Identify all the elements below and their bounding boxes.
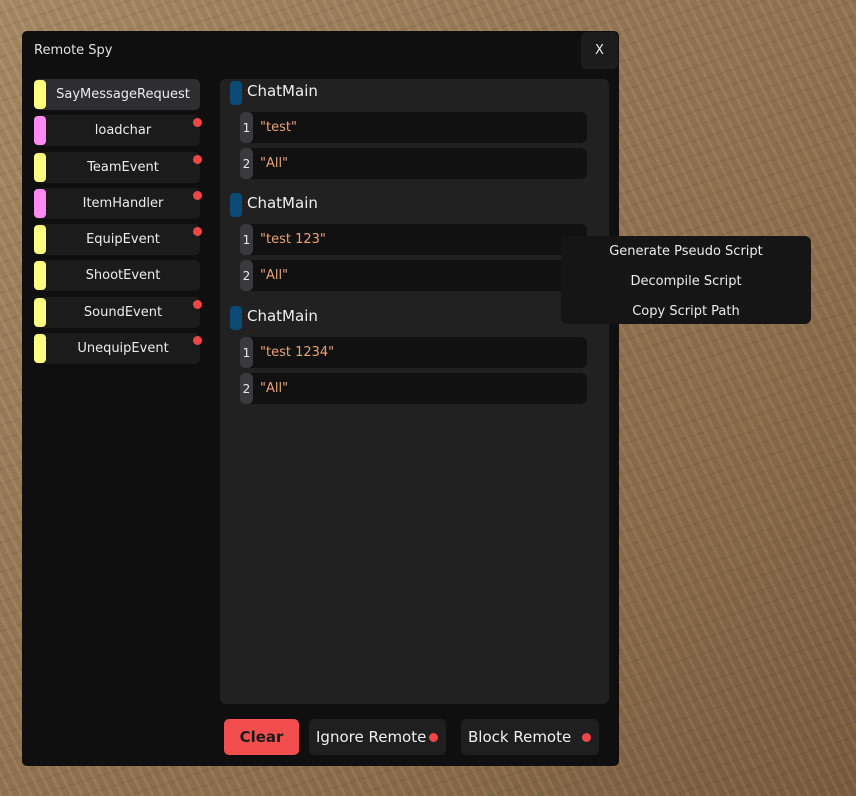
remote-item[interactable]: TeamEvent	[34, 151, 202, 183]
ignore-remote-label: Ignore Remote	[316, 728, 427, 746]
ignore-remote-button[interactable]: Ignore Remote	[309, 719, 446, 755]
remote-list: SayMessageRequest loadchar TeamEvent Ite…	[34, 79, 202, 369]
argument-row: 2 "All"	[240, 260, 587, 291]
block-status-icon	[582, 733, 591, 742]
call-header[interactable]: ChatMain	[230, 81, 587, 107]
argument-value: "All"	[260, 156, 289, 171]
remote-color-stripe	[34, 152, 46, 182]
remote-color-stripe	[34, 261, 46, 291]
remote-spy-window: Remote Spy X SayMessageRequest loadchar …	[22, 31, 619, 766]
clear-button[interactable]: Clear	[224, 719, 299, 755]
argument-index: 1	[240, 337, 253, 368]
blocked-indicator-icon	[193, 336, 202, 346]
block-remote-button[interactable]: Block Remote	[461, 719, 599, 755]
argument-index: 1	[240, 112, 253, 143]
block-remote-label: Block Remote	[468, 728, 572, 746]
argument-row: 2 "All"	[240, 148, 587, 179]
argument-index: 2	[240, 260, 253, 291]
blocked-indicator-icon	[193, 227, 202, 237]
remote-name: EquipEvent	[86, 232, 160, 248]
argument-value: "test 1234"	[260, 345, 335, 360]
blocked-indicator-icon	[193, 118, 202, 128]
argument-row: 1 "test"	[240, 112, 587, 143]
calling-script-name: ChatMain	[247, 82, 318, 100]
menu-item-generate-pseudo-script[interactable]: Generate Pseudo Script	[561, 238, 811, 264]
blocked-indicator-icon	[193, 190, 202, 200]
argument-row: 1 "test 1234"	[240, 337, 587, 368]
calling-script-name: ChatMain	[247, 307, 318, 325]
remote-item[interactable]: EquipEvent	[34, 224, 202, 256]
menu-item-decompile-script[interactable]: Decompile Script	[561, 268, 811, 294]
remote-color-stripe	[34, 116, 46, 146]
call-marker-icon	[230, 81, 242, 105]
remote-color-stripe	[34, 80, 46, 109]
remote-color-stripe	[34, 225, 46, 255]
argument-index: 2	[240, 373, 253, 404]
argument-value: "All"	[260, 381, 289, 396]
call-log-panel[interactable]: ChatMain 1 "test" 2 "All" ChatMain 1 "te…	[220, 79, 609, 704]
window-title: Remote Spy	[34, 43, 113, 58]
remote-color-stripe	[34, 188, 46, 218]
call-entry: ChatMain 1 "test" 2 "All"	[230, 81, 587, 179]
call-header[interactable]: ChatMain	[230, 306, 587, 332]
remote-name: UnequipEvent	[77, 341, 169, 357]
argument-index: 2	[240, 148, 253, 179]
remote-item[interactable]: SoundEvent	[34, 296, 202, 328]
remote-item[interactable]: loadchar	[34, 115, 202, 147]
argument-row: 1 "test 123"	[240, 224, 587, 255]
remote-item[interactable]: ShootEvent	[34, 260, 200, 292]
ignore-status-icon	[429, 733, 438, 742]
remote-color-stripe	[34, 297, 46, 327]
argument-value: "test"	[260, 120, 297, 135]
remote-name: SayMessageRequest	[56, 87, 190, 102]
argument-index: 1	[240, 224, 253, 255]
blocked-indicator-icon	[193, 154, 202, 164]
remote-color-stripe	[34, 334, 46, 364]
argument-value: "test 123"	[260, 232, 326, 247]
call-marker-icon	[230, 306, 242, 330]
close-button[interactable]: X	[581, 32, 618, 69]
call-marker-icon	[230, 193, 242, 217]
remote-item[interactable]: UnequipEvent	[34, 333, 202, 365]
remote-name: ShootEvent	[85, 268, 161, 284]
calling-script-name: ChatMain	[247, 194, 318, 212]
argument-value: "All"	[260, 268, 289, 283]
call-entry: ChatMain 1 "test 123" 2 "All"	[230, 193, 587, 291]
remote-name: loadchar	[94, 123, 152, 139]
menu-item-copy-script-path[interactable]: Copy Script Path	[561, 298, 811, 324]
blocked-indicator-icon	[193, 299, 202, 309]
argument-row: 2 "All"	[240, 373, 587, 404]
remote-name: TeamEvent	[87, 159, 159, 175]
remote-item[interactable]: SayMessageRequest	[34, 79, 200, 110]
remote-name: ItemHandler	[82, 195, 164, 211]
remote-item[interactable]: ItemHandler	[34, 187, 202, 219]
remote-name: SoundEvent	[83, 304, 163, 320]
call-entry: ChatMain 1 "test 1234" 2 "All"	[230, 306, 587, 404]
context-menu: Generate Pseudo Script Decompile Script …	[561, 236, 811, 324]
call-header[interactable]: ChatMain	[230, 193, 587, 219]
